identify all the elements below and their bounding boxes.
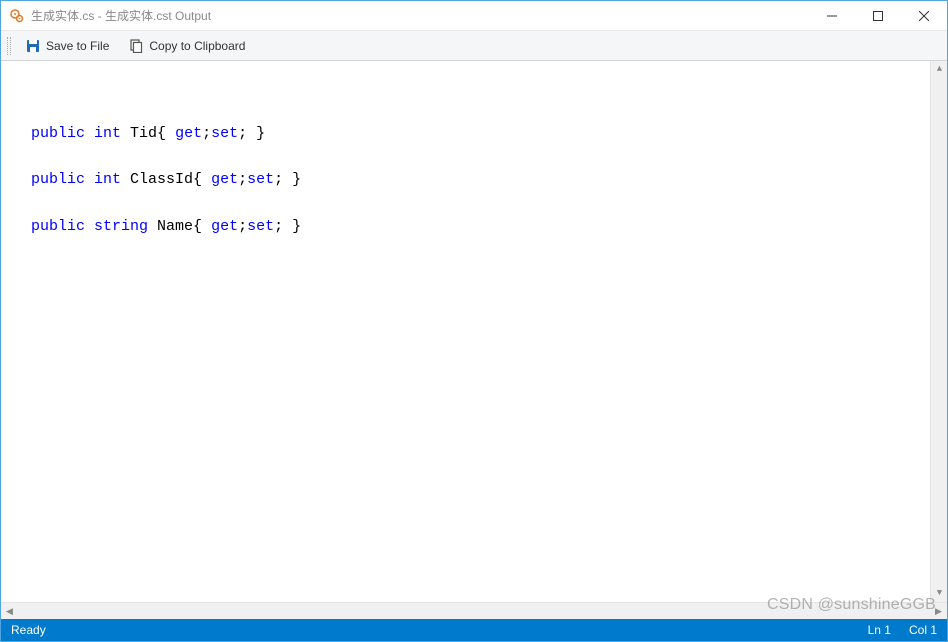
toolbar-grip[interactable]	[7, 37, 11, 55]
copy-label: Copy to Clipboard	[149, 39, 245, 53]
app-icon	[9, 8, 25, 24]
status-ready: Ready	[11, 623, 850, 637]
code-line: public string Name{ get;set; }	[31, 215, 937, 238]
code-blank-line	[31, 145, 937, 168]
window-title: 生成实体.cs - 生成实体.cst Output	[31, 7, 211, 24]
save-label: Save to File	[46, 39, 109, 53]
content-area: public int Tid{ get;set; } public int Cla…	[1, 61, 947, 619]
code-blank-line	[31, 191, 937, 214]
status-line: Ln 1	[868, 623, 891, 637]
save-icon	[26, 39, 40, 53]
maximize-button[interactable]	[855, 1, 901, 30]
code-line: public int Tid{ get;set; }	[31, 122, 937, 145]
scroll-left-icon[interactable]: ◀	[1, 603, 18, 619]
minimize-button[interactable]	[809, 1, 855, 30]
copy-to-clipboard-button[interactable]: Copy to Clipboard	[120, 35, 254, 57]
scroll-down-icon[interactable]: ▼	[931, 585, 947, 602]
toolbar: Save to File Copy to Clipboard	[1, 31, 947, 61]
statusbar: Ready Ln 1 Col 1	[1, 619, 947, 641]
copy-icon	[129, 39, 143, 53]
titlebar: 生成实体.cs - 生成实体.cst Output	[1, 1, 947, 31]
scroll-right-icon[interactable]: ▶	[930, 603, 947, 619]
code-line: public int ClassId{ get;set; }	[31, 168, 937, 191]
window-controls	[809, 1, 947, 30]
close-button[interactable]	[901, 1, 947, 30]
code-editor[interactable]: public int Tid{ get;set; } public int Cla…	[1, 61, 947, 602]
vertical-scrollbar[interactable]: ▲ ▼	[930, 61, 947, 602]
status-col: Col 1	[909, 623, 937, 637]
save-to-file-button[interactable]: Save to File	[17, 35, 118, 57]
scroll-up-icon[interactable]: ▲	[931, 61, 947, 78]
horizontal-scrollbar[interactable]: ◀ ▶	[1, 602, 947, 619]
